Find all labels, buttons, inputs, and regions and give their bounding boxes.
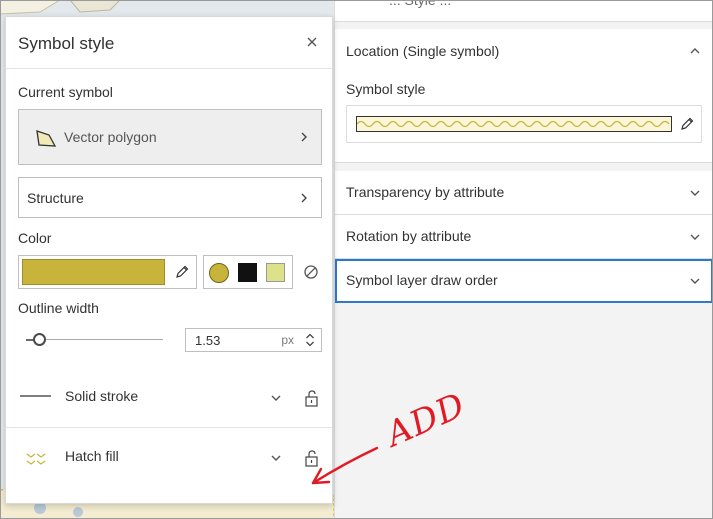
chevron-down-icon: [690, 278, 700, 284]
quick-color-swatches: [203, 255, 293, 289]
chevron-down-icon: [690, 190, 700, 196]
current-symbol-label: Current symbol: [18, 84, 113, 100]
symbol-style-panel: Symbol style Current symbol Vector polyg…: [5, 16, 333, 504]
quick-color-black[interactable]: [238, 263, 257, 282]
quick-color-olive[interactable]: [209, 263, 229, 283]
chevron-right-icon: [301, 132, 307, 142]
section-label: Symbol layer draw order: [346, 272, 498, 288]
pane-top-strip: ... Style ...: [335, 0, 713, 22]
color-picker-button[interactable]: [18, 255, 197, 289]
spinner-arrows-icon[interactable]: [305, 332, 315, 348]
pane-top-strip-text: ... Style ...: [389, 0, 452, 8]
quick-color-light-yellow[interactable]: [266, 263, 285, 282]
hatch-pattern-preview: [356, 120, 670, 128]
pencil-icon[interactable]: [679, 116, 695, 132]
vector-polygon-icon: [36, 130, 57, 147]
symbol-preview-swatch[interactable]: [356, 116, 672, 132]
section-label: Transparency by attribute: [346, 184, 505, 200]
current-symbol-name: Vector polygon: [64, 129, 157, 145]
outline-width-unit: px: [281, 333, 294, 347]
outline-width-slider-thumb[interactable]: [32, 333, 46, 346]
layer-label: Hatch fill: [65, 448, 119, 464]
outline-width-value[interactable]: 1.53: [195, 333, 220, 348]
chevron-down-icon: [690, 234, 700, 240]
outline-width-label: Outline width: [18, 300, 99, 316]
current-symbol-button[interactable]: Vector polygon: [18, 109, 322, 165]
chevron-right-icon: [301, 193, 307, 203]
location-section: Location (Single symbol) Symbol style: [335, 29, 713, 163]
close-icon[interactable]: [306, 36, 318, 48]
color-label: Color: [18, 230, 52, 246]
structure-button[interactable]: Structure: [18, 177, 322, 218]
structure-label: Structure: [27, 190, 84, 206]
transparency-by-attribute-section[interactable]: Transparency by attribute: [335, 171, 713, 215]
panel-divider: [6, 68, 332, 69]
chevron-down-icon[interactable]: [270, 452, 282, 464]
symbol-layer-solid-stroke[interactable]: Solid stroke: [6, 367, 332, 427]
chevron-up-icon[interactable]: [689, 45, 701, 57]
symbol-style-preview[interactable]: [346, 105, 702, 143]
pencil-icon: [176, 265, 189, 278]
outline-width-slider-track[interactable]: [26, 339, 163, 340]
layer-label: Solid stroke: [65, 388, 139, 404]
outline-width-input[interactable]: 1.53 px: [185, 328, 322, 352]
hatch-fill-icon: [26, 453, 46, 465]
section-label: Rotation by attribute: [346, 228, 472, 244]
symbol-layer-draw-order-section[interactable]: Symbol layer draw order: [335, 259, 713, 303]
color-swatch: [22, 259, 165, 285]
solid-stroke-icon: [20, 395, 51, 397]
symbol-layer-hatch-fill[interactable]: Hatch fill: [6, 428, 332, 488]
panel-title: Symbol style: [18, 34, 115, 53]
symbol-style-label: Symbol style: [346, 81, 426, 97]
rotation-by-attribute-section[interactable]: Rotation by attribute: [335, 215, 713, 259]
location-section-header[interactable]: Location (Single symbol): [346, 43, 499, 59]
no-color-icon[interactable]: [303, 264, 319, 280]
chevron-down-icon[interactable]: [270, 392, 282, 404]
